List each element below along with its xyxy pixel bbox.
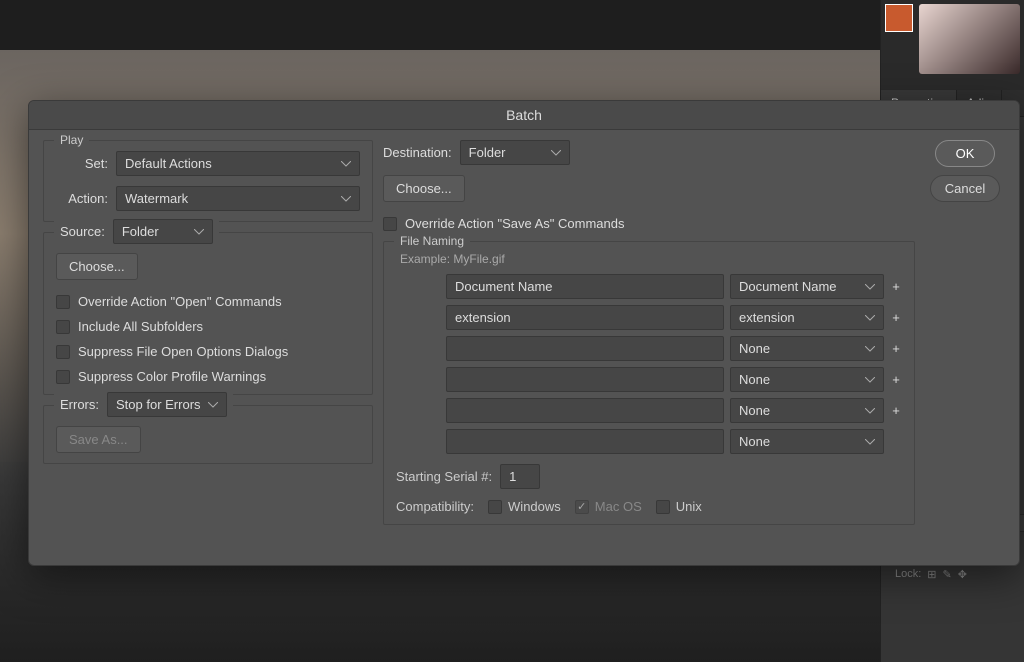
plus-icon: + <box>890 341 902 356</box>
naming-row-5: None + <box>446 398 902 423</box>
file-naming-legend: File Naming <box>394 234 470 248</box>
dialog-mid-column: Destination: Folder Choose... Override A… <box>383 140 915 554</box>
include-subfolders-label: Include All Subfolders <box>78 319 203 334</box>
source-fieldset: Source: Folder Choose... Override Action… <box>43 232 373 395</box>
naming-select-2[interactable]: extension <box>730 305 884 330</box>
naming-example: Example: MyFile.gif <box>396 252 902 266</box>
errors-fieldset: Errors: Stop for Errors Save As... <box>43 405 373 464</box>
lock-brush-icon[interactable]: ✎ <box>943 568 952 581</box>
naming-row-1: Document Name + <box>446 274 902 299</box>
batch-dialog: Batch Play Set: Default Actions Action: … <box>28 100 1020 566</box>
suppress-dialogs-label: Suppress File Open Options Dialogs <box>78 344 288 359</box>
naming-row-4: None + <box>446 367 902 392</box>
naming-row-3: None + <box>446 336 902 361</box>
naming-row-6: None <box>446 429 902 454</box>
suppress-dialogs-checkbox-row[interactable]: Suppress File Open Options Dialogs <box>56 344 360 359</box>
plus-icon: + <box>890 279 902 294</box>
source-select[interactable]: Folder <box>113 219 213 244</box>
compat-unix[interactable]: Unix <box>656 499 702 514</box>
file-naming-fieldset: File Naming Example: MyFile.gif Document… <box>383 241 915 525</box>
compatibility-row: Compatibility: Windows Mac OS Unix <box>396 499 902 514</box>
include-subfolders-checkbox-row[interactable]: Include All Subfolders <box>56 319 360 334</box>
errors-label: Errors: <box>60 397 99 412</box>
color-swatches <box>881 0 1024 90</box>
naming-select-3[interactable]: None <box>730 336 884 361</box>
override-open-checkbox[interactable] <box>56 295 70 309</box>
set-select[interactable]: Default Actions <box>116 151 360 176</box>
naming-select-4[interactable]: None <box>730 367 884 392</box>
save-as-button: Save As... <box>56 426 141 453</box>
suppress-color-label: Suppress Color Profile Warnings <box>78 369 266 384</box>
compat-mac-checkbox <box>575 500 589 514</box>
lock-row: Lock: ⊞ ✎ ✥ <box>889 564 1016 585</box>
override-save-label: Override Action "Save As" Commands <box>405 216 625 231</box>
compatibility-label: Compatibility: <box>396 499 474 514</box>
naming-text-1[interactable] <box>446 274 724 299</box>
compat-windows[interactable]: Windows <box>488 499 561 514</box>
play-legend: Play <box>54 133 89 147</box>
lock-pixels-icon[interactable]: ⊞ <box>927 568 936 581</box>
dialog-title: Batch <box>29 101 1019 130</box>
errors-select[interactable]: Stop for Errors <box>107 392 227 417</box>
override-open-label: Override Action "Open" Commands <box>78 294 282 309</box>
naming-text-2[interactable] <box>446 305 724 330</box>
naming-row-2: extension + <box>446 305 902 330</box>
suppress-dialogs-checkbox[interactable] <box>56 345 70 359</box>
compat-windows-checkbox[interactable] <box>488 500 502 514</box>
plus-icon: + <box>890 310 902 325</box>
dialog-right-column: OK Cancel <box>925 140 1005 554</box>
naming-text-5[interactable] <box>446 398 724 423</box>
source-label: Source: <box>60 224 105 239</box>
naming-select-6[interactable]: None <box>730 429 884 454</box>
ok-button[interactable]: OK <box>935 140 995 167</box>
plus-icon: + <box>890 403 902 418</box>
gradient-preview[interactable] <box>919 4 1020 74</box>
dialog-left-column: Play Set: Default Actions Action: Waterm… <box>43 140 373 554</box>
naming-text-3[interactable] <box>446 336 724 361</box>
compat-mac: Mac OS <box>575 499 642 514</box>
action-label: Action: <box>56 191 108 206</box>
override-open-checkbox-row[interactable]: Override Action "Open" Commands <box>56 294 360 309</box>
starting-serial-label: Starting Serial #: <box>396 469 492 484</box>
destination-select[interactable]: Folder <box>460 140 570 165</box>
compat-unix-checkbox[interactable] <box>656 500 670 514</box>
app-top-bar <box>0 0 880 50</box>
override-save-checkbox[interactable] <box>383 217 397 231</box>
destination-label: Destination: <box>383 145 452 160</box>
naming-select-5[interactable]: None <box>730 398 884 423</box>
override-save-checkbox-row[interactable]: Override Action "Save As" Commands <box>383 216 915 231</box>
set-label: Set: <box>56 156 108 171</box>
suppress-color-checkbox-row[interactable]: Suppress Color Profile Warnings <box>56 369 360 384</box>
include-subfolders-checkbox[interactable] <box>56 320 70 334</box>
destination-choose-button[interactable]: Choose... <box>383 175 465 202</box>
suppress-color-checkbox[interactable] <box>56 370 70 384</box>
starting-serial-row: Starting Serial #: <box>396 464 902 489</box>
naming-text-6[interactable] <box>446 429 724 454</box>
action-select[interactable]: Watermark <box>116 186 360 211</box>
source-choose-button[interactable]: Choose... <box>56 253 138 280</box>
cancel-button[interactable]: Cancel <box>930 175 1000 202</box>
lock-move-icon[interactable]: ✥ <box>958 568 967 581</box>
play-fieldset: Play Set: Default Actions Action: Waterm… <box>43 140 373 222</box>
plus-icon: + <box>890 372 902 387</box>
lock-label: Lock: <box>895 568 921 581</box>
foreground-color-swatch[interactable] <box>885 4 913 32</box>
starting-serial-input[interactable] <box>500 464 540 489</box>
naming-text-4[interactable] <box>446 367 724 392</box>
naming-select-1[interactable]: Document Name <box>730 274 884 299</box>
